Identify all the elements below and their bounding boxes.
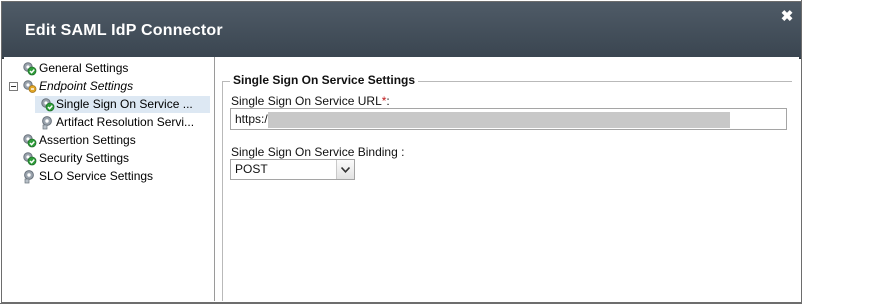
label-colon: : [386,94,390,108]
dialog-border-bottom [0,303,802,304]
tree-item-label: Artifact Resolution Servi... [56,115,195,129]
tree-item-slo-service-settings[interactable]: SLO Service Settings [4,168,210,185]
sso-url-label-text: Single Sign On Service URL [231,94,382,108]
close-icon[interactable]: ✖ [780,9,794,24]
gear-folder-icon [22,79,37,94]
sso-url-input[interactable]: https:/ [230,108,787,130]
tree-item-security-settings[interactable]: Security Settings [4,150,210,167]
chevron-down-icon [341,167,350,173]
page-background [801,0,872,305]
gear-icon [40,115,55,130]
sso-binding-label-text: Single Sign On Service Binding [231,145,398,159]
dialog-title: Edit SAML IdP Connector [25,22,223,39]
tree-item-artifact-resolution-service[interactable]: Artifact Resolution Servi... [35,114,210,131]
tree-item-label: Security Settings [39,151,130,165]
sso-url-value: https:/ [235,112,268,126]
collapse-toggle-icon[interactable] [9,82,18,91]
check-gear-icon [22,133,37,148]
sso-binding-label: Single Sign On Service Binding : [231,145,404,159]
sso-url-label: Single Sign On Service URL*: [231,94,390,108]
tree-item-label: Assertion Settings [39,133,136,147]
redacted-block [268,112,730,128]
sso-binding-select[interactable]: POST [230,159,355,180]
tree-item-single-sign-on-service[interactable]: Single Sign On Service ... [35,96,210,113]
tree-item-endpoint-settings[interactable]: Endpoint Settings [4,78,210,95]
tree-item-assertion-settings[interactable]: Assertion Settings [4,132,210,149]
settings-tree: General Settings Endpoint Settings Singl… [4,57,215,301]
check-gear-icon [40,97,55,112]
dialog-titlebar: Edit SAML IdP Connector ✖ [2,2,801,59]
section-title: Single Sign On Service Settings [230,73,419,87]
label-colon: : [401,145,405,159]
check-gear-icon [22,151,37,166]
fieldset-border-left [222,81,223,301]
tree-item-label: SLO Service Settings [39,169,154,183]
tree-item-label: Endpoint Settings [39,79,134,93]
dropdown-button[interactable] [336,160,354,179]
tree-item-general-settings[interactable]: General Settings [4,60,210,77]
check-gear-icon [22,61,37,76]
tree-item-label: Single Sign On Service ... [56,97,193,111]
tree-item-label: General Settings [39,61,129,75]
sso-binding-value: POST [235,162,268,176]
dialog-border-right [801,0,802,304]
gear-icon [22,169,37,184]
